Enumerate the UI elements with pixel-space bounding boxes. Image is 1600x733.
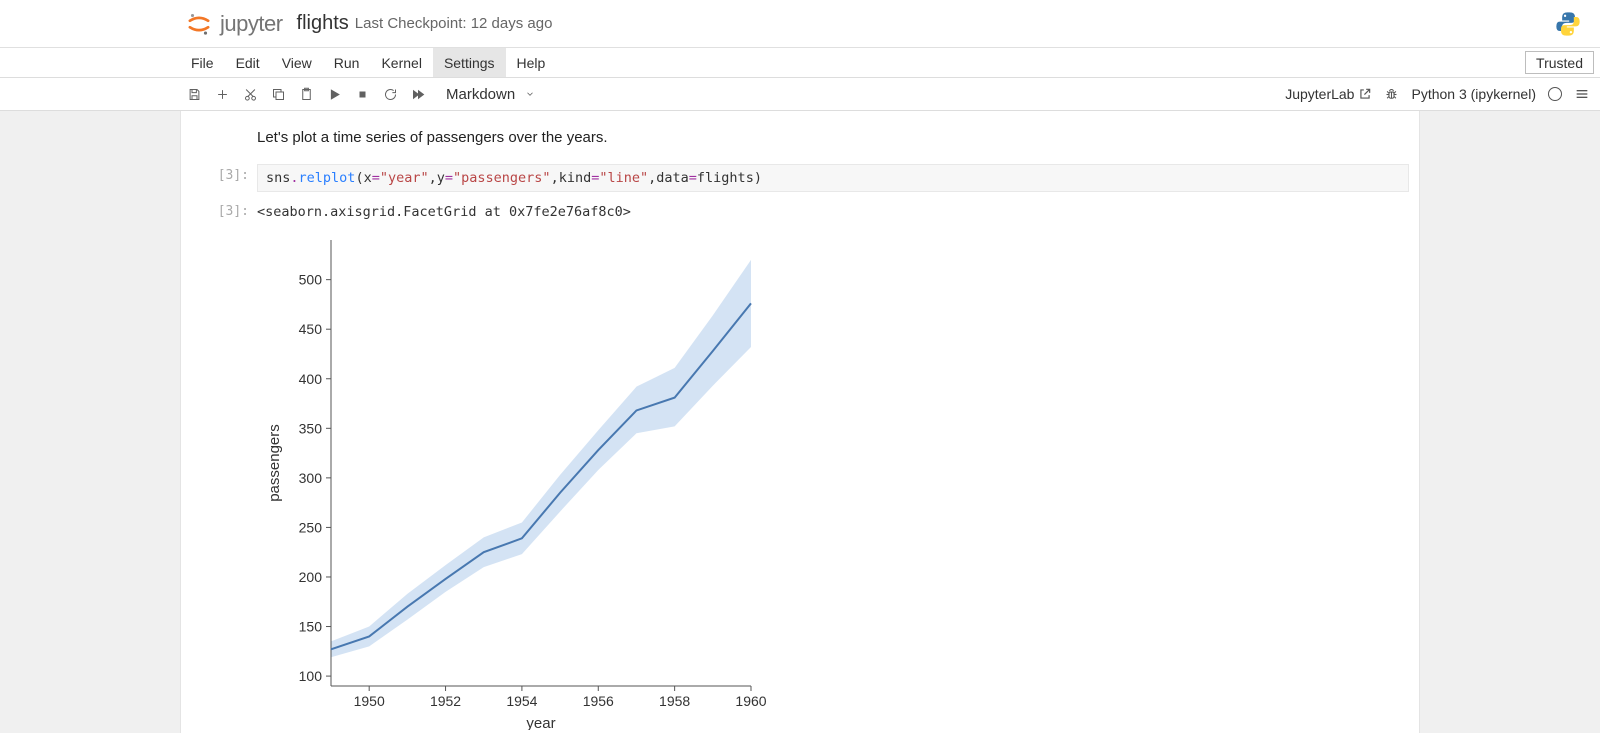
svg-text:1952: 1952 (430, 693, 461, 709)
bug-icon[interactable] (1384, 87, 1399, 102)
menu-run[interactable]: Run (323, 48, 371, 77)
celltype-dropdown[interactable]: Markdown (446, 86, 535, 103)
paste-icon[interactable] (292, 80, 320, 108)
svg-text:1954: 1954 (506, 693, 537, 709)
add-cell-icon[interactable] (208, 80, 236, 108)
menu-kernel[interactable]: Kernel (370, 48, 432, 77)
svg-text:year: year (526, 715, 555, 730)
jupyterlab-link[interactable]: JupyterLab (1285, 86, 1372, 102)
jupyter-brand[interactable]: jupyter (186, 11, 283, 37)
in-prompt: [3]: (181, 164, 257, 192)
svg-text:1956: 1956 (583, 693, 614, 709)
menu-edit[interactable]: Edit (225, 48, 271, 77)
menu-settings[interactable]: Settings (433, 48, 506, 77)
svg-text:150: 150 (299, 619, 323, 635)
save-icon[interactable] (180, 80, 208, 108)
svg-text:1960: 1960 (735, 693, 766, 709)
stop-icon[interactable] (348, 80, 376, 108)
header-bar: jupyter flights Last Checkpoint: 12 days… (0, 0, 1600, 48)
jupyterlab-label: JupyterLab (1285, 86, 1354, 102)
line-chart: 100 150 200 250 300 350 400 450 500 1950 1952 1954 1… (261, 230, 781, 730)
svg-text:500: 500 (299, 272, 323, 288)
cut-icon[interactable] (236, 80, 264, 108)
out-prompt: [3]: (181, 200, 257, 220)
output-repr: <seaborn.axisgrid.FacetGrid at 0x7fe2e76… (257, 200, 1409, 220)
fast-forward-icon[interactable] (404, 80, 432, 108)
svg-text:400: 400 (299, 371, 323, 387)
svg-text:350: 350 (299, 420, 323, 436)
svg-text:1950: 1950 (354, 693, 385, 709)
svg-text:250: 250 (299, 519, 323, 535)
jupyter-logo-icon (186, 11, 212, 37)
trusted-badge[interactable]: Trusted (1525, 51, 1594, 74)
svg-text:450: 450 (299, 321, 323, 337)
chevron-down-icon (525, 89, 535, 99)
python-logo-icon (1554, 10, 1582, 38)
menu-help[interactable]: Help (506, 48, 557, 77)
restart-icon[interactable] (376, 80, 404, 108)
toolbar: Markdown JupyterLab Python 3 (ipykernel) (0, 78, 1600, 111)
svg-text:1958: 1958 (659, 693, 690, 709)
svg-text:200: 200 (299, 569, 323, 585)
menu-bar: File Edit View Run Kernel Settings Help … (0, 48, 1600, 78)
chart-output: 100 150 200 250 300 350 400 450 500 1950 1952 1954 1… (181, 224, 1419, 733)
kernel-status-icon[interactable] (1548, 87, 1562, 101)
svg-text:300: 300 (299, 470, 323, 486)
menu-view[interactable]: View (271, 48, 323, 77)
celltype-label: Markdown (446, 86, 515, 103)
run-icon[interactable] (320, 80, 348, 108)
external-link-icon (1358, 87, 1372, 101)
output-text-row: [3]: <seaborn.axisgrid.FacetGrid at 0x7f… (181, 196, 1419, 224)
kernel-name[interactable]: Python 3 (ipykernel) (1411, 86, 1536, 102)
checkpoint-text: Last Checkpoint: 12 days ago (355, 15, 553, 32)
menu-file[interactable]: File (180, 48, 225, 77)
code-cell[interactable]: [3]: sns.relplot(x="year",y="passengers"… (181, 160, 1419, 196)
svg-text:100: 100 (299, 668, 323, 684)
notebook-title[interactable]: flights (297, 12, 349, 35)
svg-text:passengers: passengers (266, 424, 283, 502)
markdown-cell[interactable]: Let's plot a time series of passengers o… (181, 123, 1419, 160)
copy-icon[interactable] (264, 80, 292, 108)
notebook-panel[interactable]: Let's plot a time series of passengers o… (180, 111, 1420, 733)
menu-hamburger-icon[interactable] (1574, 86, 1590, 102)
markdown-text: Let's plot a time series of passengers o… (257, 127, 1409, 156)
jupyter-wordmark: jupyter (220, 11, 283, 37)
code-body[interactable]: sns.relplot(x="year",y="passengers",kind… (257, 164, 1409, 192)
